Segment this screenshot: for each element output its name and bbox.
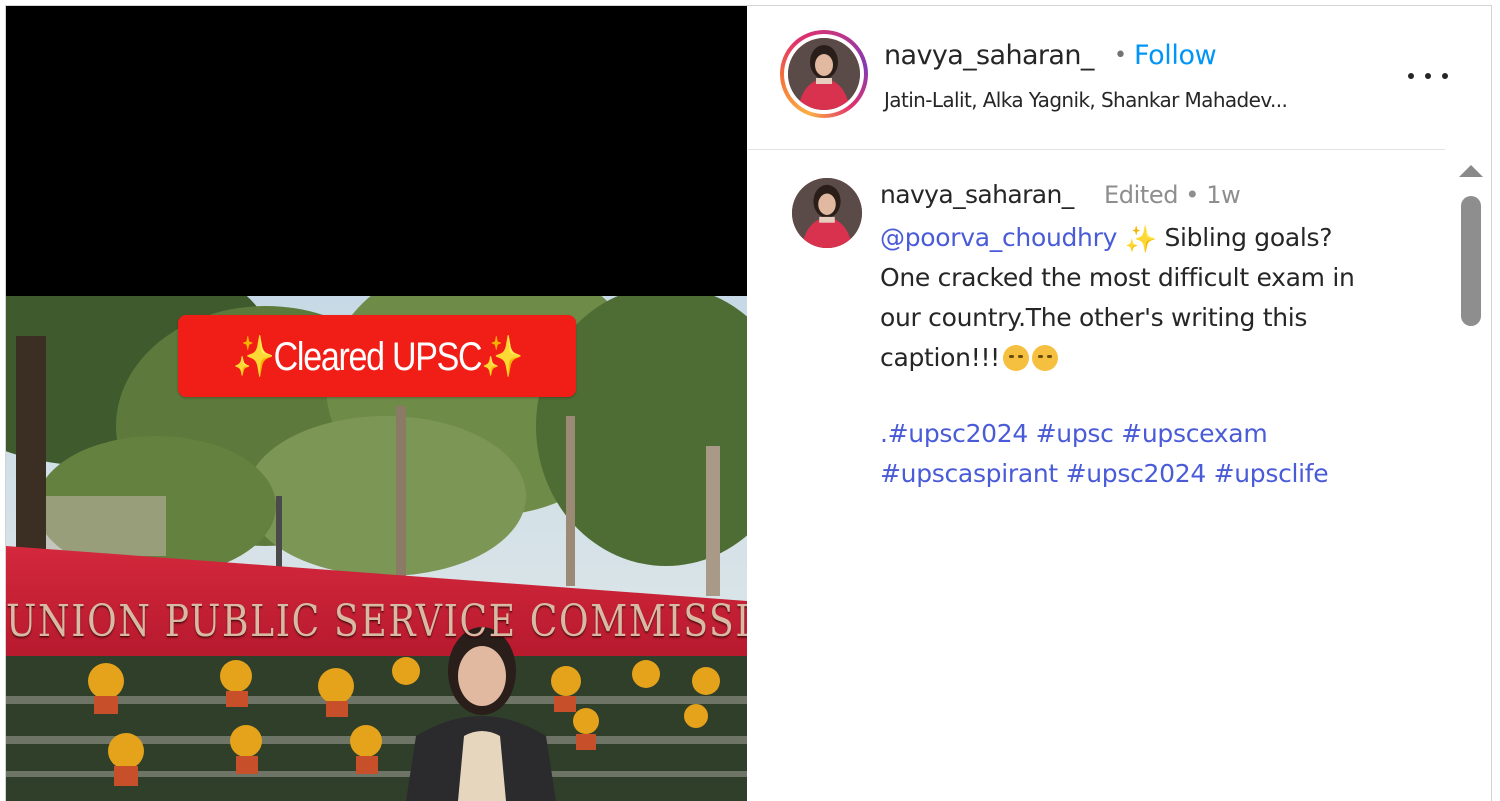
caption-line-4: caption!!!: [880, 343, 1000, 372]
audio-attribution[interactable]: Jatin-Lalit, Alka Yagnik, Shankar Mahade…: [884, 88, 1288, 112]
separator-dot: •: [1114, 43, 1127, 68]
follow-button[interactable]: Follow: [1134, 40, 1217, 71]
scroll-up-arrow-icon[interactable]: [1459, 165, 1483, 177]
hashtag-line-2[interactable]: #upscaspirant #upsc2024 #upsclife: [880, 454, 1440, 494]
caption-text: @poorva_choudhry ✨ Sibling goals? One cr…: [880, 218, 1440, 378]
sticker-text: Cleared UPSC: [273, 334, 482, 379]
caption-username[interactable]: navya_saharan_: [880, 180, 1074, 209]
grinning-face-icon: [1031, 345, 1058, 371]
mention-link[interactable]: @poorva_choudhry: [880, 223, 1117, 252]
post-details-panel: navya_saharan_ • Follow Jatin-Lalit, Alk…: [748, 6, 1491, 801]
caption-line-3: our country.The other's writing this: [880, 303, 1308, 332]
more-options-icon[interactable]: [1408, 62, 1448, 90]
pensive-face-icon: [1002, 345, 1029, 371]
sparkle-icon: ✨: [1124, 225, 1157, 255]
caption-line-1: Sibling goals?: [1156, 223, 1333, 252]
post-author-username[interactable]: navya_saharan_: [884, 40, 1094, 71]
hashtags: .#upsc2024 #upsc #upscexam #upscaspirant…: [880, 414, 1440, 494]
caption-line-2: One cracked the most difficult exam in: [880, 263, 1355, 292]
scrollbar-thumb[interactable]: [1461, 196, 1481, 326]
upsc-sign-text: UNION PUBLIC SERVICE COMMISSION: [6, 596, 747, 647]
cleared-upsc-sticker: ✨Cleared UPSC✨: [178, 315, 576, 397]
caption-meta: Edited • 1w: [1104, 181, 1241, 209]
hashtag-line-1[interactable]: .#upsc2024 #upsc #upscexam: [880, 414, 1440, 454]
avatar[interactable]: [788, 38, 860, 110]
post-media[interactable]: ✨Cleared UPSC✨ UNION PUBLIC SERVICE COMM…: [6, 6, 747, 801]
post-header: navya_saharan_ • Follow Jatin-Lalit, Alk…: [748, 6, 1448, 150]
post-dialog: ✨Cleared UPSC✨ UNION PUBLIC SERVICE COMM…: [5, 5, 1492, 801]
sparkle-icon: ✨: [480, 334, 523, 379]
sparkle-icon: ✨: [232, 334, 274, 379]
caption-comment: navya_saharan_ Edited • 1w @poorva_choud…: [748, 166, 1445, 496]
avatar[interactable]: [792, 178, 862, 248]
